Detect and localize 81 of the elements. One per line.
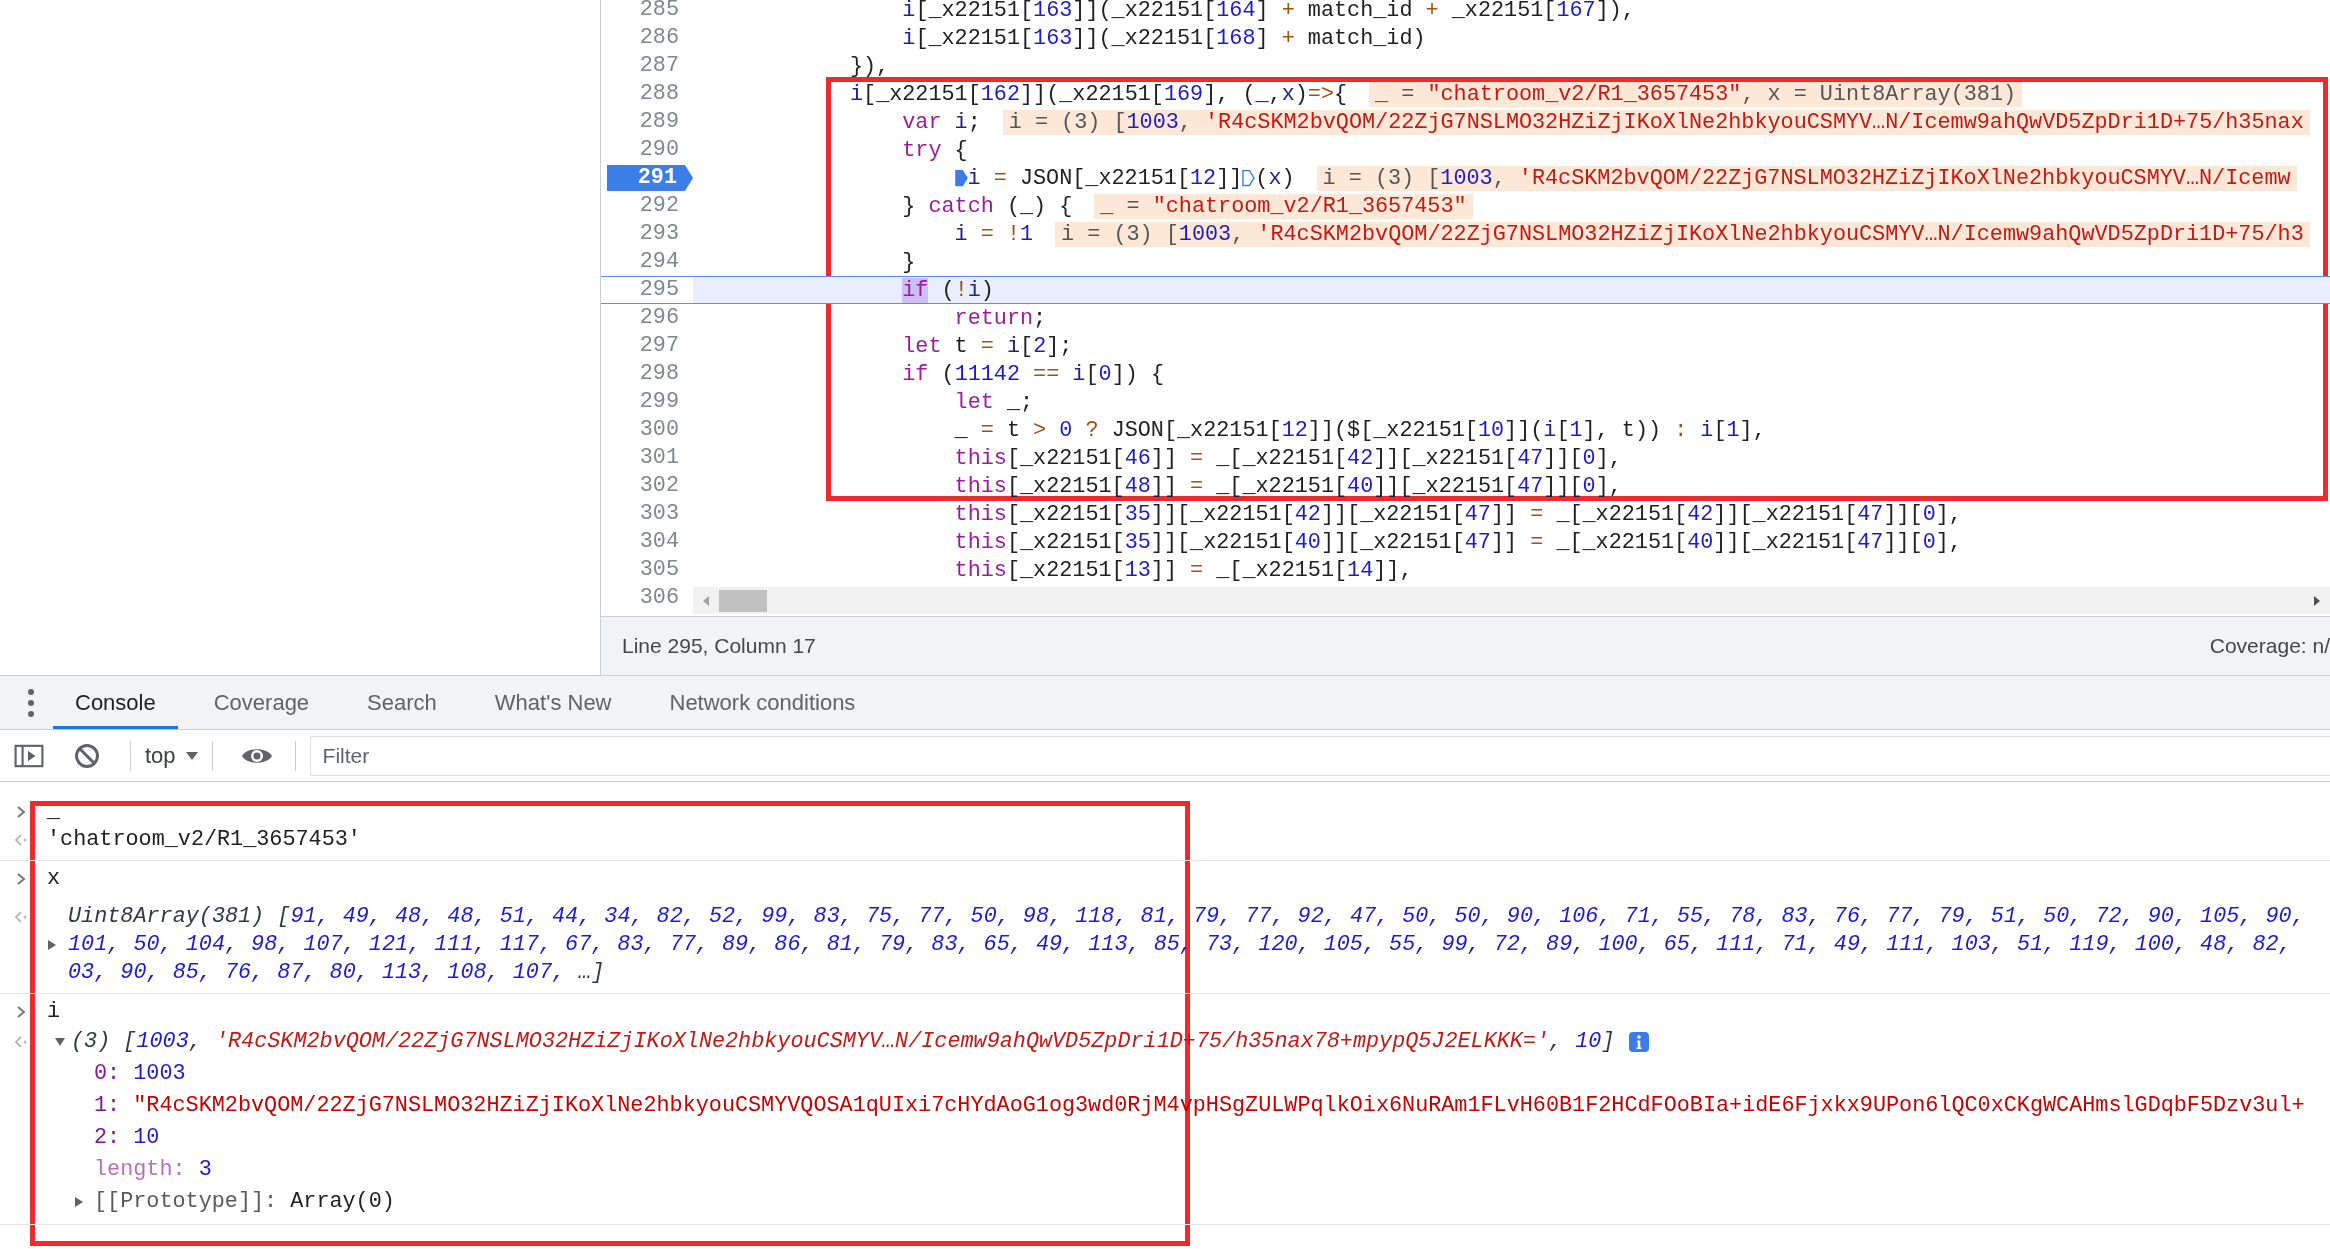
scrollbar-thumb[interactable] [719, 589, 767, 612]
line-number[interactable]: 304 [639, 529, 693, 555]
code-text: return; [954, 305, 1047, 331]
code-text: i[_x22151[162]](_x22151[169], (_,x)=>{ [849, 81, 1348, 107]
drawer-tab[interactable]: Network conditions [647, 676, 878, 729]
code-text: _ = t > 0 ? JSON[_x22151[12]]($[_x22151[10]](i[1], t)) : i[1], [954, 417, 1766, 443]
inline-value: _ = "chatroom_v2/R1_3657453" [1094, 193, 1473, 219]
line-number[interactable]: 305 [639, 557, 693, 583]
drawer-tab[interactable]: What's New [472, 676, 634, 729]
line-number[interactable]: 291 [607, 165, 693, 191]
more-options-icon[interactable] [27, 687, 35, 718]
code-text: i = !1 [954, 221, 1034, 247]
code-text: this[_x22151[46]] = _[_x22151[42]][_x22151[47]][0], [954, 445, 1622, 471]
drawer-tab[interactable]: Search [345, 676, 459, 729]
code-text: let _; [954, 389, 1034, 415]
code-text: if (11142 == i[0]) { [902, 361, 1164, 387]
line-number[interactable]: 288 [639, 81, 693, 107]
line-number[interactable]: 296 [639, 305, 693, 331]
expand-arrow-icon[interactable] [54, 1037, 66, 1047]
sidebar-toggle-icon[interactable] [14, 742, 44, 769]
input-expression: x [47, 865, 61, 893]
code-text: i[_x22151[163]](_x22151[164] + match_id + _x22151[167]), [902, 0, 1635, 23]
line-number[interactable]: 285 [639, 0, 693, 23]
code-text: this[_x22151[35]][_x22151[42]][_x22151[47]] = _[_x22151[42]][_x22151[47]][0], [954, 501, 1962, 527]
cursor-position: Line 295, Column 17 [622, 634, 816, 658]
line-number[interactable]: 302 [639, 473, 693, 499]
code-text: var i; [902, 109, 981, 135]
result-icon [14, 833, 28, 847]
context-selector[interactable]: top [145, 742, 212, 769]
property-entry: length: 3 [94, 1156, 212, 1184]
line-number[interactable]: 292 [639, 193, 693, 219]
line-number[interactable]: 299 [639, 389, 693, 415]
expand-arrow-icon[interactable] [74, 1196, 84, 1208]
inline-value: i = (3) [1003, 'R4cSKM2bvQOM/22ZjG7NSLMO32HZiZjIKoXlNe2hbkyouCSMYV…N/Icemw9ahQwVD5ZpDri1D+75/h3 [1055, 221, 2310, 247]
property-entry: 0: 1003 [94, 1060, 186, 1088]
input-expression: i [47, 998, 61, 1026]
drawer-tab[interactable]: Console [53, 676, 178, 729]
code-text: i[_x22151[163]](_x22151[168] + match_id) [902, 25, 1426, 51]
coverage-status: Coverage: n/ [2209, 634, 2330, 658]
code-text: let t = i[2]; [902, 333, 1073, 359]
inline-breakpoint-icon[interactable] [954, 169, 968, 187]
code-text: }), [849, 53, 890, 79]
inline-value: i = (3) [1003, 'R4cSKM2bvQOM/22ZjG7NSLMO32HZiZjIKoXlNe2hbkyouCSMYV…N/Icemw9ahQwVD5ZpDri1D+75/h35nax [1002, 109, 2310, 135]
code-text: } [902, 249, 916, 275]
result-icon [14, 1035, 28, 1049]
line-number[interactable]: 287 [639, 53, 693, 79]
inline-breakpoint-icon[interactable] [1242, 169, 1256, 187]
drawer-tab[interactable]: Coverage [191, 676, 332, 729]
console-result: 'chatroom_v2/R1_3657453' [47, 826, 361, 854]
line-number[interactable]: 298 [639, 361, 693, 387]
line-number[interactable]: 290 [639, 137, 693, 163]
code-text: } catch (_) { [902, 193, 1073, 219]
inline-value: i = (3) [1003, 'R4cSKM2bvQOM/22ZjG7NSLMO32HZiZjIKoXlNe2hbkyouCSMYV…N/Icemw [1316, 165, 2297, 191]
caret-icon [185, 750, 198, 761]
clear-console-icon[interactable] [72, 742, 102, 769]
property-entry: 2: 10 [94, 1124, 160, 1152]
line-number[interactable]: 293 [639, 221, 693, 247]
expand-arrow-icon[interactable] [47, 939, 57, 951]
code-text: i = JSON[_x22151[12]] [967, 165, 1243, 191]
code-text: try { [902, 137, 968, 163]
line-number[interactable]: 300 [639, 417, 693, 443]
code-text: if (!i) [902, 277, 994, 303]
code-text: this[_x22151[35]][_x22151[40]][_x22151[47]] = _[_x22151[40]][_x22151[47]][0], [954, 529, 1962, 555]
property-entry: [[Prototype]]: Array(0) [94, 1188, 395, 1216]
line-number[interactable]: 294 [639, 249, 693, 275]
line-number[interactable]: 303 [639, 501, 693, 527]
line-number[interactable]: 286 [639, 25, 693, 51]
info-icon[interactable] [1628, 1032, 1649, 1052]
line-number[interactable]: 306 [639, 585, 693, 611]
filter-field[interactable]: Filter [309, 735, 2330, 776]
result-icon [14, 910, 28, 924]
horizontal-scrollbar[interactable] [693, 587, 2330, 614]
line-number[interactable]: 297 [639, 333, 693, 359]
line-number[interactable]: 289 [639, 109, 693, 135]
code-text: this[_x22151[48]] = _[_x22151[40]][_x22151[47]][0], [954, 473, 1622, 499]
line-number[interactable]: 301 [639, 445, 693, 471]
inline-value: _ = "chatroom_v2/R1_3657453", x = Uint8Array(381) [1369, 81, 2023, 107]
code-text: this[_x22151[13]] = _[_x22151[14]], [954, 557, 1413, 583]
code-text: (x) [1255, 165, 1295, 191]
scroll-right-icon[interactable] [2312, 594, 2322, 607]
input-expression: _ [47, 798, 61, 826]
